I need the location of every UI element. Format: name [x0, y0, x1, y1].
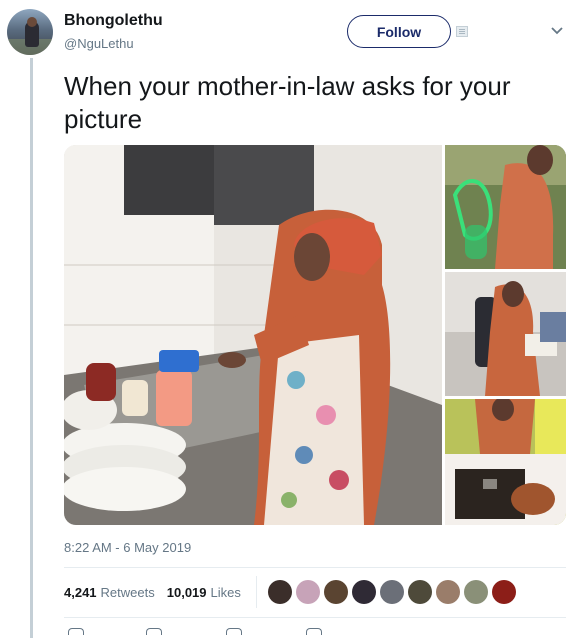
liker-avatar[interactable]	[268, 580, 292, 604]
user-handle[interactable]: @NguLethu	[64, 36, 134, 51]
retweets-label: Retweets	[100, 585, 155, 600]
liker-avatar[interactable]	[324, 580, 348, 604]
photo-woman-reading-at-desk[interactable]	[445, 272, 566, 396]
chevron-down-icon[interactable]	[549, 22, 565, 38]
retweets-count: 4,241	[64, 585, 97, 600]
photo-woman-on-bed[interactable]	[445, 399, 566, 525]
liker-avatar[interactable]	[436, 580, 460, 604]
extension-icon[interactable]	[456, 26, 468, 37]
liker-avatar[interactable]	[408, 580, 432, 604]
follow-button[interactable]: Follow	[347, 15, 451, 48]
divider	[256, 576, 257, 608]
photo-woman-with-hookah[interactable]	[445, 145, 566, 269]
likes-stat[interactable]: 10,019 Likes	[167, 585, 241, 600]
liker-avatar[interactable]	[464, 580, 488, 604]
likes-label: Likes	[210, 585, 241, 600]
tweet-text: When your mother-in-law asks for your pi…	[64, 71, 511, 134]
retweets-stat[interactable]: 4,241 Retweets	[64, 585, 155, 600]
avatar[interactable]	[7, 9, 53, 55]
liker-avatar[interactable]	[492, 580, 516, 604]
liker-avatar[interactable]	[352, 580, 376, 604]
thread-connector-line	[30, 58, 33, 638]
divider	[64, 617, 566, 618]
likers-avatar-row	[256, 576, 516, 608]
photo-woman-washing-dishes[interactable]	[64, 145, 442, 525]
tweet-stats: 4,241 Retweets 10,019 Likes	[64, 585, 241, 600]
liker-avatar[interactable]	[380, 580, 404, 604]
tweet-media-grid	[64, 145, 566, 525]
divider	[64, 567, 566, 568]
display-name[interactable]: Bhongolethu	[64, 12, 163, 30]
liker-avatar[interactable]	[296, 580, 320, 604]
tweet-actions	[64, 626, 364, 635]
tweet-timestamp[interactable]: 8:22 AM - 6 May 2019	[64, 540, 191, 555]
photo-illustration	[64, 145, 442, 525]
likes-count: 10,019	[166, 585, 207, 600]
